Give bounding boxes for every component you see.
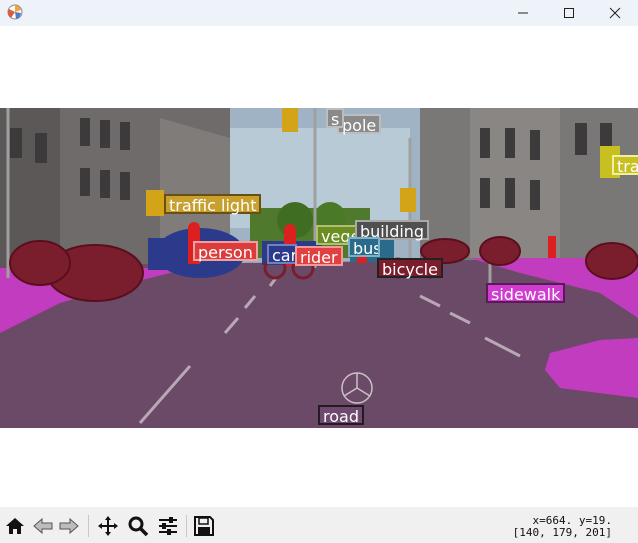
label-car: car [267, 244, 297, 264]
forward-button[interactable] [56, 513, 82, 539]
close-icon [609, 7, 621, 19]
pan-icon [98, 516, 118, 536]
label-road: road [318, 405, 364, 426]
minimize-button[interactable] [500, 0, 546, 26]
label-rider: rider [295, 246, 343, 267]
label-s: s [326, 108, 345, 129]
zoom-button[interactable] [125, 513, 151, 539]
segmentation-image[interactable]: pole s traffic light vegetation building… [0, 108, 638, 428]
back-arrow-icon [33, 517, 53, 535]
configure-subplots-button[interactable] [155, 513, 181, 539]
navigation-toolbar: x=664. y=19. [140, 179, 201] [0, 507, 638, 543]
title-bar [0, 0, 638, 26]
cursor-coordinates: x=664. y=19. [140, 179, 201] [513, 515, 612, 539]
label-person: person [193, 241, 258, 262]
close-button[interactable] [592, 0, 638, 26]
maximize-icon [564, 8, 574, 18]
zoom-icon [128, 516, 149, 537]
label-traffic-light: traffic light [164, 194, 262, 215]
save-button[interactable] [191, 513, 217, 539]
home-icon [6, 518, 24, 534]
pan-button[interactable] [95, 513, 121, 539]
maximize-button[interactable] [546, 0, 592, 26]
label-bus: bus [348, 237, 380, 257]
forward-arrow-icon [59, 517, 79, 535]
toolbar-separator [186, 515, 187, 537]
minimize-icon [518, 12, 528, 14]
home-button[interactable] [2, 513, 28, 539]
pixel-value: [140, 179, 201] [512, 526, 612, 539]
configure-subplots-icon [159, 517, 177, 535]
label-sidewalk: sidewalk [486, 283, 566, 304]
toolbar-separator [88, 515, 89, 537]
label-tra: tra [612, 155, 638, 176]
back-button[interactable] [30, 513, 56, 539]
label-bicycle: bicycle [377, 258, 443, 279]
matplotlib-icon [7, 4, 23, 20]
save-icon [194, 516, 214, 536]
street-scene-graphic [0, 108, 638, 428]
